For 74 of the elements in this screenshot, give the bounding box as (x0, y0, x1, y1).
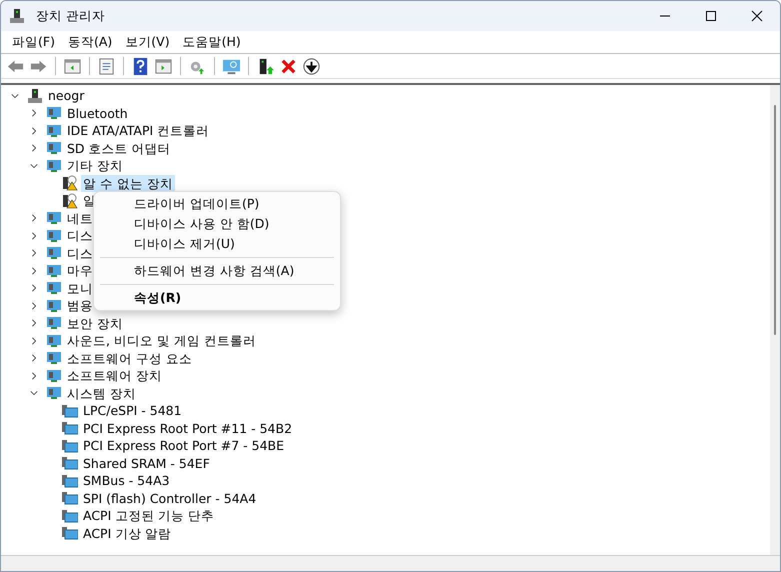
tree-item[interactable]: 네트 (65, 210, 95, 227)
context-menu-item[interactable]: 하드웨어 변경 사항 검색(A) (94, 261, 340, 281)
window-title: 장치 관리자 (36, 8, 105, 24)
tree-item[interactable]: 기타 장치 (65, 157, 125, 174)
tree-item[interactable]: 알 수 없는 장치 (81, 174, 175, 192)
chevron-icon[interactable] (30, 302, 38, 310)
chevron-icon[interactable] (30, 354, 38, 362)
tree-item[interactable]: 사운드, 비디오 및 게임 컨트롤러 (65, 332, 258, 350)
scrollbar[interactable] (770, 85, 780, 555)
tree-item[interactable]: ACPI 기상 알람 (81, 524, 174, 542)
chevron-icon[interactable] (30, 284, 38, 292)
computer-icon (27, 88, 43, 104)
device-icon (46, 158, 62, 174)
device-icon (46, 280, 62, 296)
chevron-icon[interactable] (30, 109, 38, 118)
tree-item[interactable]: neogr (46, 87, 86, 104)
tree-item[interactable]: LPC/eSPI - 5481 (81, 402, 184, 420)
tree-item[interactable]: 디스 (65, 227, 95, 244)
device-icon (46, 298, 62, 314)
chevron-icon[interactable] (30, 266, 38, 275)
device-icon (46, 315, 62, 332)
tree-item[interactable]: SMBus - 54A3 (81, 472, 172, 490)
device-icon (46, 350, 62, 366)
tree-item[interactable]: 모니 (65, 280, 95, 297)
menu-item[interactable]: 도움말(H) (182, 34, 241, 50)
chevron-icon[interactable] (30, 214, 38, 222)
chevron-icon[interactable] (30, 336, 38, 345)
chevron-icon[interactable] (30, 249, 38, 258)
chevron-icon[interactable] (30, 372, 38, 380)
tree-item[interactable]: 소프트웨어 구성 요소 (65, 350, 194, 367)
menu-item[interactable]: 동작(A) (68, 34, 112, 50)
help-icon[interactable] (131, 56, 150, 76)
window-icon[interactable] (154, 56, 173, 76)
tree-item[interactable]: SD 호스트 어댑터 (65, 140, 173, 157)
tree-item[interactable]: 범용 (65, 297, 95, 314)
device-icon (46, 262, 62, 279)
tree-item[interactable]: SPI (flash) Controller - 54A4 (81, 490, 258, 507)
tree-item[interactable]: IDE ATA/ATAPI 컨트롤러 (65, 122, 212, 140)
menu-item[interactable]: 파일(F) (12, 34, 55, 50)
chevron-icon[interactable] (30, 126, 38, 135)
tree-item[interactable]: 소프트웨어 장치 (65, 367, 164, 384)
context-menu-item[interactable]: 디바이스 사용 안 함(D) (94, 214, 340, 234)
chevron-icon[interactable] (30, 389, 38, 398)
tree-item[interactable]: 보안 장치 (65, 314, 125, 332)
context-menu-item[interactable]: 드라이버 업데이트(P) (94, 194, 340, 214)
tree-item[interactable]: PCI Express Root Port #7 - 54BE (81, 437, 286, 454)
chevron-icon[interactable] (30, 162, 38, 170)
device-icon (46, 385, 62, 402)
tree-item[interactable]: Bluetooth (65, 104, 130, 122)
device-icon (46, 122, 62, 139)
tree-item[interactable]: Shared SRAM - 54EF (81, 454, 212, 472)
device-icon (46, 368, 62, 384)
tree-item[interactable]: ACPI 고정된 기능 단추 (81, 507, 216, 524)
chevron-icon[interactable] (30, 232, 38, 240)
context-menu-item[interactable]: 속성(R) (94, 288, 340, 308)
device-icon (46, 332, 62, 349)
tree-item[interactable]: 시스템 장치 (65, 384, 138, 402)
tree-item[interactable]: 디스 (65, 244, 95, 262)
chevron-icon[interactable] (11, 92, 19, 100)
device-icon (46, 228, 62, 244)
download-icon[interactable] (302, 56, 321, 76)
tree-item[interactable]: PCI Express Root Port #11 - 54B2 (81, 420, 294, 437)
document-icon[interactable] (97, 56, 116, 76)
context-menu-item[interactable]: 디바이스 제거(U) (94, 234, 340, 254)
window-icon[interactable] (63, 56, 82, 76)
chevron-icon[interactable] (30, 319, 38, 328)
chevron-icon[interactable] (30, 144, 38, 152)
device-icon (46, 140, 62, 156)
device-icon (46, 210, 62, 226)
tree-item[interactable]: 마우 (65, 262, 95, 280)
device-icon (46, 245, 62, 262)
device-icon (46, 105, 62, 122)
computer-icon (9, 8, 25, 24)
menu-item[interactable]: 보기(V) (125, 34, 170, 50)
